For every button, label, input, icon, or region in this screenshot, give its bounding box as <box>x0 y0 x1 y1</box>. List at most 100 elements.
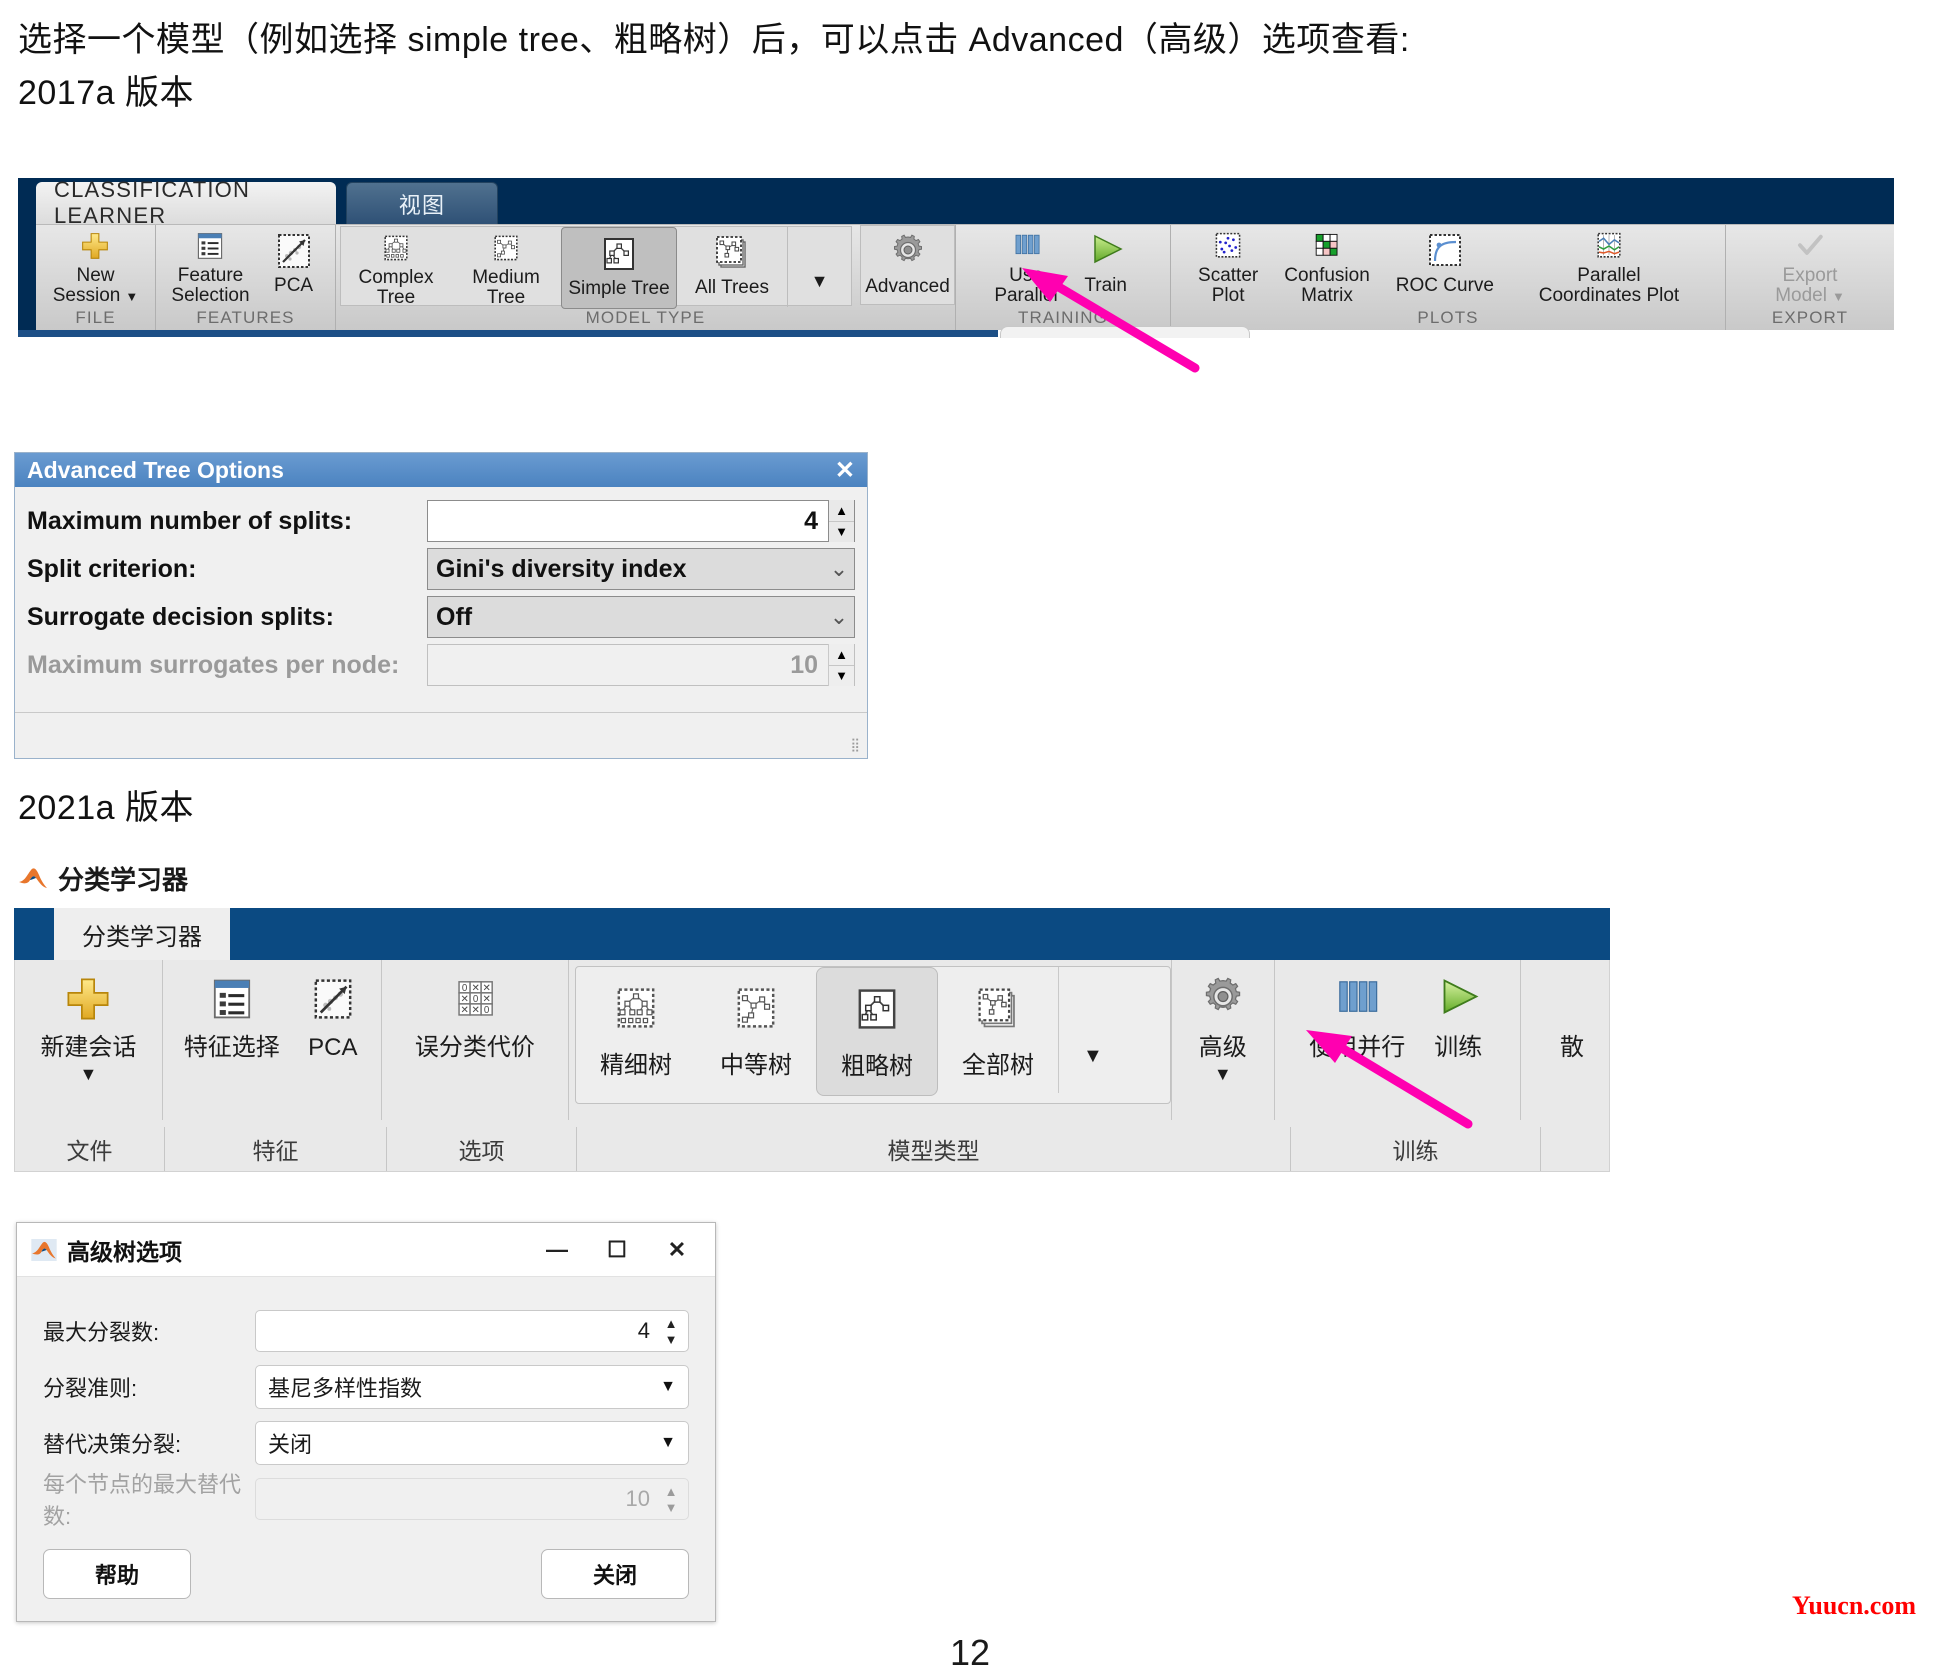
resize-grip-icon[interactable]: ⣿ <box>850 737 861 753</box>
stepper-down-icon[interactable]: ▼ <box>665 1333 678 1346</box>
ribbon-2021-body: 新建会话 ▼ 特征选择 PCA 0 ✕ ✕ ✕ 0 ✕ ✕ ✕ 0 误分类代价 … <box>14 960 1610 1172</box>
help-button[interactable]: 帮助 <box>43 1549 191 1599</box>
surrogate-decision-splits-combo[interactable]: Off ⌄ <box>427 596 855 638</box>
confusion-matrix-button[interactable]: Confusion Matrix <box>1278 225 1376 307</box>
chevron-down-icon[interactable]: ▼ <box>80 1064 98 1085</box>
label-split-criterion-2021: 分裂准则: <box>43 1376 138 1401</box>
new-session-label-2021: 新建会话 <box>40 1034 137 1061</box>
medium-tree-button[interactable]: Medium Tree <box>451 227 561 309</box>
stepper-up-icon[interactable]: ▲ <box>665 1317 678 1330</box>
max-splits-stepper[interactable]: ▲ ▼ <box>828 500 854 542</box>
train-label-2021: 训练 <box>1434 1034 1483 1061</box>
roc-curve-label: ROC Curve <box>1395 275 1494 296</box>
new-session-button[interactable]: New Session ▼ <box>47 225 144 307</box>
split-criterion-value: Gini's diversity index <box>436 554 687 583</box>
export-model-button[interactable]: Export Model ▼ <box>1769 225 1851 307</box>
misclassification-cost-button[interactable]: 0 ✕ ✕ ✕ 0 ✕ ✕ ✕ 0 误分类代价 <box>405 960 545 1110</box>
intro-line-2: 2017a 版本 <box>18 73 194 112</box>
pca-button-2021[interactable]: PCA <box>296 960 370 1110</box>
label-maximum-surrogates-per-node: Maximum surrogates per node: <box>27 650 400 679</box>
ribbon-group-features: Feature Selection PCA <box>156 225 336 307</box>
fine-tree-button[interactable]: 精细树 <box>576 967 696 1080</box>
pca-button[interactable]: PCA <box>262 225 326 307</box>
advanced-button-2021[interactable]: 高级 ▼ <box>1186 960 1260 1110</box>
all-trees-button-2021[interactable]: 全部树 <box>938 967 1058 1080</box>
close-icon[interactable]: ✕ <box>647 1223 707 1277</box>
minimize-icon[interactable]: — <box>527 1223 587 1277</box>
split-criterion-combo-2021[interactable]: 基尼多样性指数 ▼ <box>255 1365 689 1409</box>
tab-view[interactable]: 视图 <box>346 182 498 224</box>
chevron-down-icon[interactable]: ▼ <box>660 1434 676 1452</box>
new-session-button-2021[interactable]: 新建会话 ▼ <box>30 960 146 1110</box>
chevron-down-icon[interactable]: ⌄ <box>824 556 854 582</box>
feature-selection-icon <box>213 979 250 1019</box>
maximize-icon[interactable]: ☐ <box>587 1223 647 1277</box>
matlab-logo-icon <box>19 867 47 888</box>
chevron-down-icon[interactable]: ▼ <box>660 1378 676 1396</box>
roc-curve-button[interactable]: ROC Curve <box>1390 225 1500 307</box>
coarse-tree-button[interactable]: 粗略树 <box>816 967 939 1096</box>
split-criterion-combo[interactable]: Gini's diversity index ⌄ <box>427 548 855 590</box>
chevron-down-icon[interactable]: ▼ <box>125 290 138 303</box>
medium-tree-button-2021[interactable]: 中等树 <box>696 967 816 1080</box>
max-splits-stepper-2021[interactable]: ▲ ▼ <box>658 1317 684 1346</box>
train-button-2021[interactable]: 训练 <box>1421 960 1495 1110</box>
surrogate-splits-combo-2021[interactable]: 关闭 ▼ <box>255 1421 689 1465</box>
svg-text:✕: ✕ <box>471 1005 479 1016</box>
stepper-up-icon: ▲ <box>829 644 854 666</box>
scatter-plot-button[interactable]: Scatter Plot <box>1192 225 1264 307</box>
label-max-splits-2021: 最大分裂数: <box>43 1320 160 1345</box>
chevron-down-icon[interactable]: ⌄ <box>824 604 854 630</box>
parallel-coordinates-plot-button[interactable]: Parallel Coordinates Plot <box>1514 225 1704 307</box>
model-gallery-expand-button-2021[interactable]: ▼ <box>1058 967 1127 1093</box>
tab-classification-learner-2021[interactable]: 分类学习器 <box>54 908 230 960</box>
ribbon-2017-body: New Session ▼ Feature Selection PCA Comp… <box>36 224 1894 330</box>
use-parallel-icon <box>1339 981 1378 1012</box>
medium-tree-icon <box>494 235 518 261</box>
coarse-tree-label: 粗略树 <box>841 1053 914 1080</box>
all-trees-button[interactable]: All Trees <box>677 227 787 309</box>
advanced-button-2017[interactable]: Advanced <box>860 225 955 305</box>
ribbon-2017-group-labels: FILE FEATURES MODEL TYPE TRAINING PLOTS … <box>36 306 1894 330</box>
chevron-down-icon[interactable]: ▼ <box>1832 290 1845 303</box>
ribbon-group-advanced-2021: 高级 ▼ <box>1172 960 1275 1120</box>
scatter-plot-button-2021[interactable]: 散 <box>1535 960 1609 1110</box>
stepper-up-icon[interactable]: ▲ <box>829 500 854 522</box>
max-splits-input[interactable]: 4 ▲ ▼ <box>427 500 855 542</box>
max-splits-input-2021[interactable]: 4 ▲ ▼ <box>255 1310 689 1352</box>
ribbon-2017-underline <box>18 330 998 337</box>
group-label-features: FEATURES <box>156 306 336 330</box>
feature-selection-label-2: Selection <box>171 285 250 307</box>
stepper-down-icon[interactable]: ▼ <box>829 522 854 543</box>
ribbon-2021-tabstrip: 分类学习器 <box>14 908 1610 960</box>
chevron-down-icon[interactable]: ▼ <box>1214 1064 1232 1085</box>
model-gallery-2021: 精细树 中等树 粗略树 全部树 ▼ <box>575 966 1172 1104</box>
model-gallery-expand-button[interactable]: ▼ <box>787 227 851 307</box>
plus-icon <box>67 978 109 1020</box>
ribbon-group-model-type: Complex Tree Medium Tree Simple Tree All… <box>336 225 956 309</box>
stepper-down-icon: ▼ <box>664 1499 678 1515</box>
parallel-coordinates-label-2: Coordinates Plot <box>1538 285 1680 307</box>
use-parallel-button[interactable]: Use Parallel <box>988 225 1063 307</box>
simple-tree-label: Simple Tree <box>568 278 670 299</box>
roc-curve-icon <box>1428 234 1461 266</box>
max-surrogates-input: 10 ▲ ▼ <box>427 644 855 686</box>
pca-icon <box>314 979 352 1019</box>
intro-line-1: 选择一个模型（例如选择 simple tree、粗略树）后，可以点击 Advan… <box>18 21 1410 59</box>
use-parallel-button-2021[interactable]: 使用并行 <box>1299 960 1415 1110</box>
simple-tree-button[interactable]: Simple Tree <box>561 227 677 309</box>
close-button[interactable]: 关闭 <box>541 1549 689 1599</box>
feature-selection-button[interactable]: Feature Selection <box>165 225 255 307</box>
app-2021-title-bar: 分类学习器 <box>18 860 188 897</box>
parallel-coordinates-label-1: Parallel <box>1577 264 1641 286</box>
ribbon-group-xunlian: 使用并行 训练 <box>1275 960 1521 1120</box>
ribbon-2017-tabstrip: CLASSIFICATION LEARNER 视图 <box>18 178 1894 228</box>
tab-classification-learner[interactable]: CLASSIFICATION LEARNER <box>36 178 336 228</box>
fine-tree-icon <box>617 988 655 1028</box>
train-button[interactable]: Train <box>1074 225 1138 307</box>
feature-selection-button-2021[interactable]: 特征选择 <box>174 960 290 1110</box>
max-surrogates-input-2021: 10 ▲ ▼ <box>255 1478 689 1520</box>
close-icon[interactable]: ✕ <box>835 456 855 485</box>
page-number: 12 <box>949 1632 991 1673</box>
complex-tree-button[interactable]: Complex Tree <box>341 227 451 309</box>
